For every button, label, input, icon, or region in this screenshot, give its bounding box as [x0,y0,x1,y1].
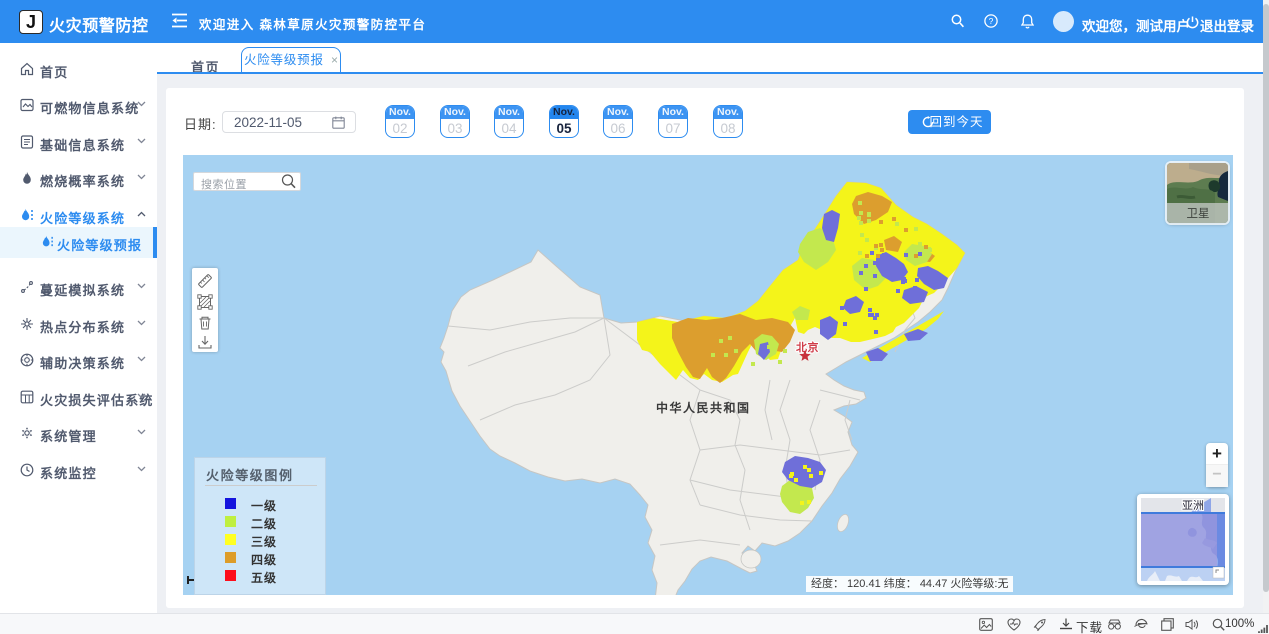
svg-text:北京: 北京 [796,340,819,354]
svg-text:亚洲: 亚洲 [1182,500,1204,512]
svg-text:卫星: 卫星 [1187,207,1210,220]
svg-text:中华人民共和国: 中华人民共和国 [656,400,751,415]
svg-text:?: ? [989,16,994,26]
